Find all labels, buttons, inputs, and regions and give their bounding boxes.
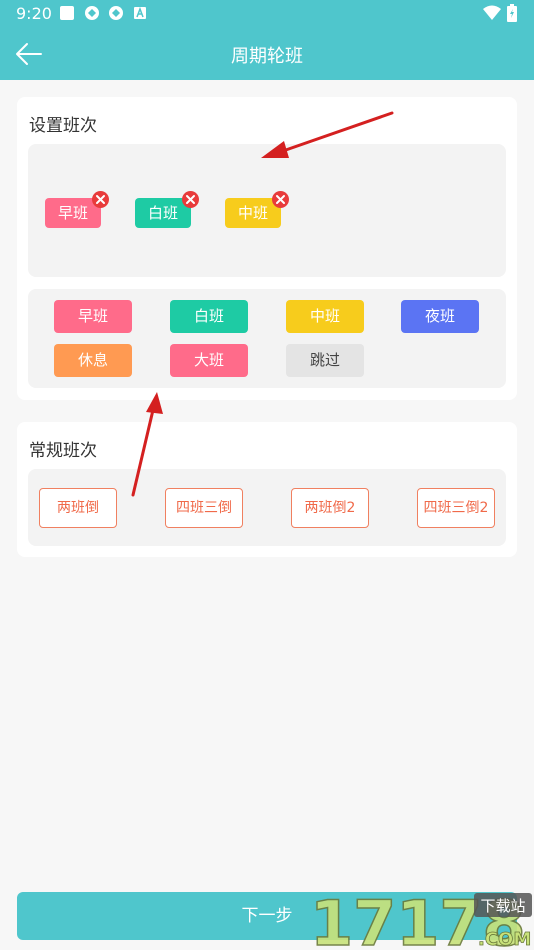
annotation-arrow-bottom [131,392,163,497]
watermark-domain: .COM [478,929,531,950]
annotation-arrows [131,111,394,497]
annotation-arrow-top [261,111,394,158]
watermark-site: 下载站 [480,897,525,915]
watermark-logo: 17178 下载站 .COM [309,890,532,950]
